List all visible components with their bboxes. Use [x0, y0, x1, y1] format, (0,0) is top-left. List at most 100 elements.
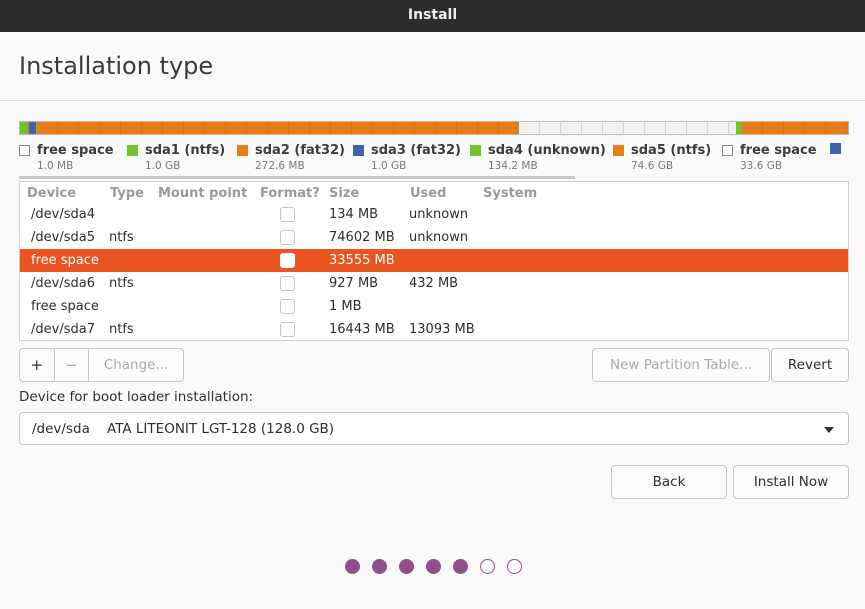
- legend-size: 74.6 GB: [631, 160, 674, 172]
- legend-size: 1.0 MB: [37, 160, 74, 172]
- legend-item: free space 1.0 MB: [19, 143, 114, 172]
- partition-edit-buttons: + − Change...: [19, 348, 184, 382]
- partition-bar: [19, 121, 849, 135]
- bootloader-device-select[interactable]: /dev/sda ATA LITEONIT LGT-128 (128.0 GB): [19, 412, 849, 445]
- legend-size: 1.0 GB: [145, 160, 181, 172]
- partition-bar-segment-free2: [519, 122, 736, 134]
- table-row[interactable]: /dev/sda6 ntfs 927 MB 432 MB: [20, 272, 848, 295]
- remove-partition-button[interactable]: −: [55, 349, 90, 381]
- legend-swatch: [127, 145, 138, 156]
- dropdown-arrow-icon: [824, 427, 834, 433]
- legend-size: 1.0 GB: [371, 160, 407, 172]
- legend-swatch: [722, 145, 733, 156]
- format-checkbox[interactable]: [280, 207, 295, 222]
- legend-label: free space: [740, 143, 817, 158]
- format-checkbox[interactable]: [280, 322, 295, 337]
- format-checkbox[interactable]: [280, 253, 295, 268]
- legend-size: 134.2 MB: [488, 160, 538, 172]
- cell-device: free space: [31, 299, 99, 314]
- cell-size: 74602 MB: [329, 230, 395, 245]
- cell-type: ntfs: [109, 322, 134, 337]
- header-used[interactable]: Used: [410, 186, 446, 201]
- legend-swatch: [613, 145, 624, 156]
- revert-button[interactable]: Revert: [771, 348, 849, 382]
- partition-bar-segment-sda3: [29, 122, 36, 134]
- page-title: Installation type: [19, 52, 214, 80]
- legend-label: sda5 (ntfs): [631, 143, 712, 158]
- progress-dot: [453, 559, 468, 574]
- legend-scrollbar[interactable]: [19, 176, 575, 179]
- header-mount-point[interactable]: Mount point: [158, 186, 247, 201]
- cell-device: /dev/sda5: [31, 230, 95, 245]
- legend-item: sda5 (ntfs) 74.6 GB: [613, 143, 711, 172]
- cell-size: 134 MB: [329, 207, 379, 222]
- table-row[interactable]: free space 1 MB: [20, 295, 848, 318]
- progress-dots: [345, 559, 534, 574]
- header-size[interactable]: Size: [329, 186, 359, 201]
- progress-dot: [507, 559, 522, 574]
- cell-used: unknown: [409, 230, 469, 245]
- bootloader-label: Device for boot loader installation:: [19, 389, 254, 405]
- partition-bar-segment-sda7: [742, 122, 848, 134]
- partition-bar-segment-sda1: [20, 122, 27, 134]
- cell-size: 1 MB: [329, 299, 362, 314]
- progress-dot: [480, 559, 495, 574]
- legend-label: sda3 (fat32): [371, 143, 462, 158]
- legend-label: sda1 (ntfs): [145, 143, 226, 158]
- format-checkbox[interactable]: [280, 299, 295, 314]
- partition-legend: free space 1.0 MB sda1 (ntfs) 1.0 GB sda2 (f…: [19, 143, 865, 177]
- window-titlebar: Install: [0, 0, 865, 32]
- table-header: Device Type Mount point Format? Size Use…: [20, 182, 848, 205]
- legend-item: [830, 143, 848, 156]
- legend-swatch: [19, 145, 30, 156]
- install-now-button[interactable]: Install Now: [733, 465, 849, 499]
- cell-used: 432 MB: [409, 276, 459, 291]
- cell-type: ntfs: [109, 230, 134, 245]
- legend-swatch: [237, 145, 248, 156]
- progress-dot: [372, 559, 387, 574]
- table-row[interactable]: free space 33555 MB: [20, 249, 848, 272]
- partition-bar-segment-sda5: [37, 122, 519, 134]
- format-checkbox[interactable]: [280, 230, 295, 245]
- header-type[interactable]: Type: [110, 186, 144, 201]
- header-separator: [0, 100, 865, 101]
- change-partition-button[interactable]: Change...: [89, 349, 183, 381]
- table-body: /dev/sda4 134 MB unknown/dev/sda5 ntfs 74602…: [20, 203, 848, 340]
- progress-dot: [426, 559, 441, 574]
- cell-used: unknown: [409, 207, 469, 222]
- cell-device: free space: [31, 253, 99, 268]
- cell-size: 16443 MB: [329, 322, 395, 337]
- cell-size: 927 MB: [329, 276, 379, 291]
- new-partition-table-button[interactable]: New Partition Table...: [592, 348, 770, 382]
- cell-used: 13093 MB: [409, 322, 475, 337]
- progress-dot: [345, 559, 360, 574]
- legend-item: sda1 (ntfs) 1.0 GB: [127, 143, 225, 172]
- table-row[interactable]: /dev/sda5 ntfs 74602 MB unknown: [20, 226, 848, 249]
- legend-swatch: [830, 143, 841, 154]
- legend-item: sda3 (fat32) 1.0 GB: [353, 143, 461, 172]
- partition-table[interactable]: Device Type Mount point Format? Size Use…: [19, 181, 849, 341]
- progress-dot: [399, 559, 414, 574]
- format-checkbox[interactable]: [280, 276, 295, 291]
- header-system[interactable]: System: [483, 186, 537, 201]
- header-device[interactable]: Device: [27, 186, 76, 201]
- cell-device: /dev/sda4: [31, 207, 95, 222]
- cell-size: 33555 MB: [329, 253, 395, 268]
- legend-item: sda2 (fat32) 272.6 MB: [237, 143, 345, 172]
- bootloader-device-value: /dev/sda ATA LITEONIT LGT-128 (128.0 GB): [32, 421, 335, 437]
- table-row[interactable]: /dev/sda7 ntfs 16443 MB 13093 MB: [20, 318, 848, 340]
- add-partition-button[interactable]: +: [20, 349, 55, 381]
- header-format[interactable]: Format?: [260, 186, 320, 201]
- legend-size: 272.6 MB: [255, 160, 305, 172]
- legend-item: sda4 (unknown) 134.2 MB: [470, 143, 606, 172]
- legend-label: sda2 (fat32): [255, 143, 346, 158]
- cell-device: /dev/sda7: [31, 322, 95, 337]
- legend-label: free space: [37, 143, 114, 158]
- legend-swatch: [470, 145, 481, 156]
- cell-device: /dev/sda6: [31, 276, 95, 291]
- table-row[interactable]: /dev/sda4 134 MB unknown: [20, 203, 848, 226]
- legend-label: sda4 (unknown): [488, 143, 606, 158]
- legend-size: 33.6 GB: [740, 160, 783, 172]
- back-button[interactable]: Back: [611, 465, 727, 499]
- legend-swatch: [353, 145, 364, 156]
